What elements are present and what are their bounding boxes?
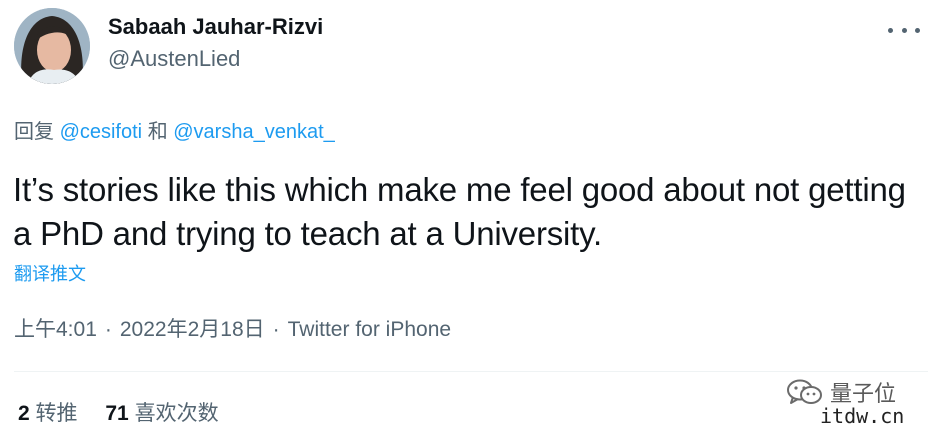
- meta-separator: ·: [272, 318, 280, 341]
- reply-context: 回复 @cesifoti 和 @varsha_venkat_: [14, 115, 335, 144]
- tweet-time[interactable]: 上午4:01: [14, 318, 97, 341]
- more-icon[interactable]: [888, 20, 920, 40]
- tweet-stats: 2 转推 71 喜欢次数: [18, 397, 241, 427]
- author-name[interactable]: Sabaah Jauhar-Rizvi: [108, 14, 323, 40]
- mention-link-cesifoti[interactable]: @cesifoti: [60, 121, 143, 143]
- more-dot: [888, 27, 893, 33]
- tweet-metadata: 上午4:01 · 2022年2月18日 · Twitter for iPhone: [14, 313, 451, 343]
- more-dot: [915, 27, 920, 33]
- retweets-label: 转推: [35, 402, 78, 425]
- mention-link-varsha[interactable]: @varsha_venkat_: [173, 121, 335, 143]
- meta-separator: ·: [104, 318, 112, 341]
- tweet-source[interactable]: Twitter for iPhone: [288, 318, 451, 341]
- likes-label: 喜欢次数: [134, 402, 219, 425]
- wechat-icon: [787, 379, 822, 404]
- avatar-photo: [14, 8, 90, 84]
- author-handle[interactable]: @AustenLied: [108, 46, 240, 72]
- watermark-site: itdw.cn: [816, 404, 909, 428]
- reply-conjunction: 和: [147, 121, 168, 143]
- tweet-text: It’s stories like this which make me fee…: [13, 171, 906, 252]
- tweet-date[interactable]: 2022年2月18日: [120, 318, 265, 341]
- retweets-count: 2: [18, 402, 30, 425]
- retweets-stat[interactable]: 2 转推: [18, 402, 78, 425]
- reply-prefix: 回复: [14, 121, 54, 143]
- divider: [14, 371, 928, 372]
- likes-count: 71: [105, 402, 129, 425]
- translate-tweet-link[interactable]: 翻译推文: [14, 260, 86, 286]
- more-dot: [901, 27, 907, 33]
- likes-stat[interactable]: 71 喜欢次数: [105, 402, 218, 425]
- avatar[interactable]: [14, 8, 90, 84]
